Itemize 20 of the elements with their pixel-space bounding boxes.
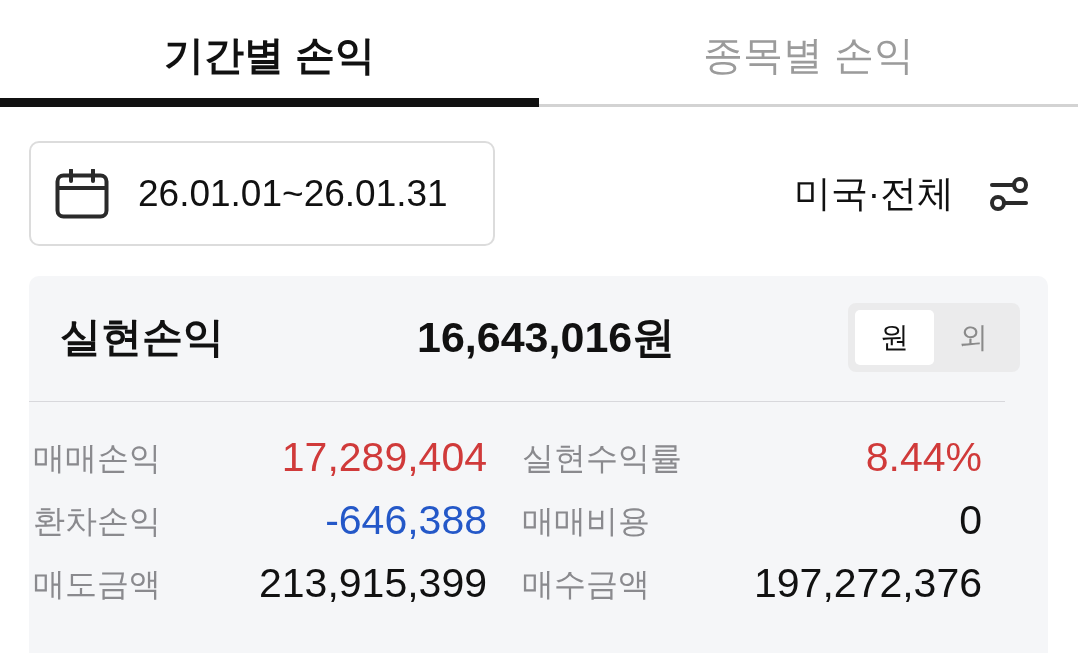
metric-label: 매수금액 xyxy=(522,564,650,604)
metric-value: 0 xyxy=(959,495,982,545)
filter-settings-icon xyxy=(990,175,1028,212)
metric-label: 매매손익 xyxy=(33,438,161,478)
metric-value: 8.44% xyxy=(865,432,982,482)
date-range-button[interactable]: 26.01.01~26.01.31 xyxy=(29,141,495,246)
market-filter-button[interactable]: 미국·전체 xyxy=(793,165,1028,222)
tab[interactable]: 기간별 손익 xyxy=(0,0,539,107)
currency-option[interactable]: 원 xyxy=(855,310,934,365)
metric-label: 실현수익률 xyxy=(522,438,682,478)
metric-value: 213,915,399 xyxy=(259,558,487,608)
metric-label: 매도금액 xyxy=(33,564,161,604)
calendar-icon xyxy=(55,168,109,219)
metric-label: 매매비용 xyxy=(522,501,650,541)
summary-total: 16,643,016원 xyxy=(417,312,676,364)
metric-value: 17,289,404 xyxy=(281,432,487,482)
summary-title: 실현손익 xyxy=(60,312,225,362)
metric-value: 197,272,376 xyxy=(754,558,982,608)
metric-label: 환차손익 xyxy=(33,501,161,541)
metric-value: -646,388 xyxy=(325,495,487,545)
